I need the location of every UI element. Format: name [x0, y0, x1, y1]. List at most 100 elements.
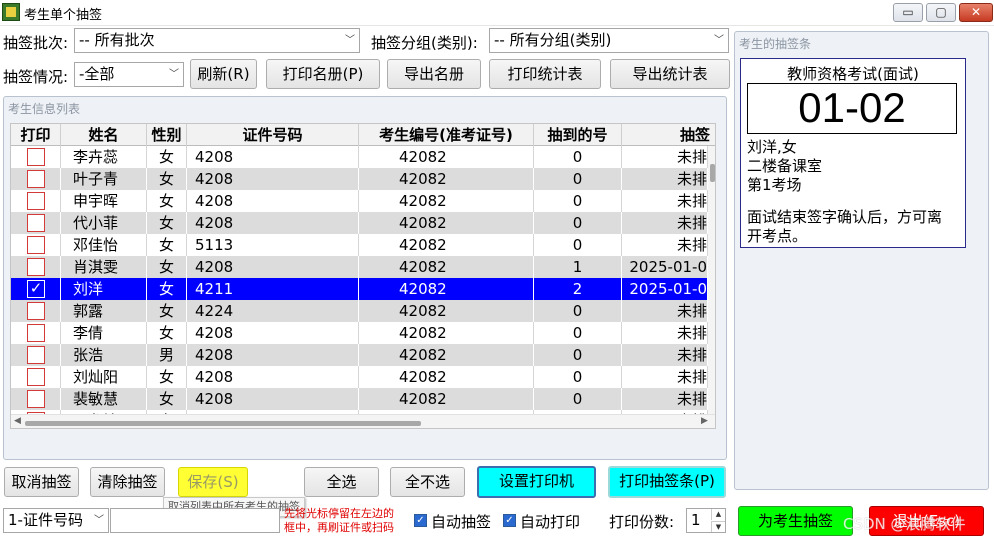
student-table[interactable]: 打印 姓名 性别 证件号码 考生编号(准考证号) 抽到的号 抽签 李卉蕊女 420… [10, 123, 716, 429]
cell-name: 代小菲 [61, 212, 147, 234]
header-name[interactable]: 姓名 [61, 124, 147, 146]
table-row[interactable]: 代小菲女 4208 42082 0 未排 [11, 212, 708, 234]
scroll-thumb[interactable] [25, 421, 421, 426]
table-row[interactable]: 李卉蕊女 4208 42082 0 未排 [11, 146, 708, 168]
save-button[interactable]: 保存(S) [178, 467, 248, 497]
refresh-button[interactable]: 刷新(R) [190, 59, 257, 89]
print-checkbox[interactable] [27, 302, 45, 320]
cell-drawn: 2 [534, 278, 622, 300]
cell-status: 未排 [622, 190, 708, 212]
print-checkbox[interactable] [27, 324, 45, 342]
table-row[interactable]: 张浩男 4208 42082 0 未排 [11, 344, 708, 366]
header-drawn[interactable]: 抽到的号 [534, 124, 622, 146]
maximize-button[interactable]: ▢ [926, 3, 956, 22]
batch-label: 抽签批次: [3, 34, 69, 52]
select-all-button[interactable]: 全选 [304, 467, 379, 497]
minimize-button[interactable]: ▭ [893, 3, 923, 22]
cell-id: 4208 [187, 344, 359, 366]
cell-drawn: 0 [534, 146, 622, 168]
window-title: 考生单个抽签 [24, 8, 103, 23]
copies-stepper[interactable]: 1 ▲ ▼ [686, 508, 726, 533]
group-value: -- 所有分组(类别) [494, 31, 612, 49]
cell-name: 肖淇雯 [61, 256, 147, 278]
header-gender[interactable]: 性别 [147, 124, 187, 146]
header-print[interactable]: 打印 [11, 124, 61, 146]
cell-status: 2025-01-0 [622, 256, 708, 278]
cell-name: 申宇晖 [61, 190, 147, 212]
clear-draw-button[interactable]: 清除抽签 [90, 467, 165, 497]
print-checkbox[interactable] [27, 390, 45, 408]
header-status[interactable]: 抽签 [622, 124, 715, 146]
print-checkbox[interactable] [27, 192, 45, 210]
cell-exam-no: 42082 [359, 212, 534, 234]
cell-id: 4208 [187, 212, 359, 234]
slip-title: 教师资格考试(面试) [787, 65, 919, 83]
batch-value: -- 所有批次 [79, 31, 155, 49]
print-checkbox[interactable]: ✓ [27, 280, 45, 298]
print-checkbox[interactable] [27, 170, 45, 188]
slip-room: 二楼备课室 [747, 157, 823, 175]
cancel-draw-button[interactable]: 取消抽签 [4, 467, 79, 497]
table-row[interactable]: 申宇晖女 4208 42082 0 未排 [11, 190, 708, 212]
print-checkbox[interactable] [27, 258, 45, 276]
auto-print-checkbox[interactable]: ✓ [503, 514, 516, 527]
slip-group-title: 考生的抽签条 [739, 37, 812, 51]
auto-draw-checkbox[interactable]: ✓ [414, 514, 427, 527]
print-checkbox[interactable] [27, 368, 45, 386]
table-row[interactable]: 肖淇雯女 4208 42082 1 2025-01-0 [11, 256, 708, 278]
export-roster-button[interactable]: 导出名册 [387, 59, 481, 89]
setup-printer-button[interactable]: 设置打印机 [477, 466, 596, 498]
horizontal-scrollbar[interactable]: ◀ ▶ [11, 414, 715, 428]
spin-up-icon[interactable]: ▲ [711, 509, 725, 520]
select-none-button[interactable]: 全不选 [390, 467, 465, 497]
draw-for-student-button[interactable]: 为考生抽签 [738, 506, 853, 536]
scroll-left-icon[interactable]: ◀ [14, 416, 21, 426]
group-select[interactable]: -- 所有分组(类别) ﹀ [489, 28, 729, 53]
close-button[interactable]: ✕ [959, 3, 993, 22]
print-slip-button[interactable]: 打印抽签条(P) [608, 466, 726, 498]
print-checkbox[interactable] [27, 214, 45, 232]
cell-gender: 女 [147, 388, 187, 410]
scroll-thumb[interactable] [710, 164, 715, 182]
print-cell [11, 190, 61, 212]
id-type-select[interactable]: 1-证件号码 ﹀ [3, 508, 109, 533]
print-checkbox[interactable] [27, 148, 45, 166]
status-value: -全部 [79, 65, 115, 83]
table-row[interactable]: 叶子青女 4208 42082 0 未排 [11, 168, 708, 190]
cell-gender: 女 [147, 322, 187, 344]
print-cell [11, 322, 61, 344]
cell-gender: 女 [147, 234, 187, 256]
spin-down-icon[interactable]: ▼ [711, 521, 725, 532]
cell-id: 4224 [187, 300, 359, 322]
table-row[interactable]: 裴敏慧女 4208 42082 0 未排 [11, 388, 708, 410]
chevron-down-icon: ﹀ [345, 35, 355, 46]
table-row[interactable]: 刘灿阳女 4208 42082 0 未排 [11, 366, 708, 388]
print-checkbox[interactable] [27, 236, 45, 254]
id-input[interactable] [110, 508, 280, 533]
header-exam-no[interactable]: 考生编号(准考证号) [359, 124, 534, 146]
print-checkbox[interactable] [27, 346, 45, 364]
status-select[interactable]: -全部 ﹀ [74, 62, 184, 87]
chevron-down-icon: ﹀ [169, 69, 179, 80]
cell-gender: 女 [147, 190, 187, 212]
student-list-title: 考生信息列表 [8, 102, 81, 116]
cell-gender: 女 [147, 300, 187, 322]
slip-note-cont: 开考点。 [747, 227, 808, 245]
batch-select[interactable]: -- 所有批次 ﹀ [74, 28, 360, 53]
scroll-right-icon[interactable]: ▶ [701, 416, 708, 426]
cell-exam-no: 42082 [359, 344, 534, 366]
cell-name: 李倩 [61, 322, 147, 344]
print-stats-button[interactable]: 打印统计表 [489, 59, 601, 89]
export-stats-button[interactable]: 导出统计表 [610, 59, 730, 89]
table-row[interactable]: 李倩女 4208 42082 0 未排 [11, 322, 708, 344]
app-icon [2, 3, 20, 21]
vertical-scrollbar[interactable] [708, 146, 715, 414]
cell-exam-no: 42082 [359, 366, 534, 388]
table-row[interactable]: ✓ 刘洋女 4211 42082 2 2025-01-0 [11, 278, 708, 300]
cell-gender: 女 [147, 256, 187, 278]
print-roster-button[interactable]: 打印名册(P) [266, 59, 380, 89]
cell-status: 未排 [622, 300, 708, 322]
table-row[interactable]: 邓佳怡女 5113 42082 0 未排 [11, 234, 708, 256]
table-row[interactable]: 郭露女 4224 42082 0 未排 [11, 300, 708, 322]
header-id[interactable]: 证件号码 [187, 124, 359, 146]
